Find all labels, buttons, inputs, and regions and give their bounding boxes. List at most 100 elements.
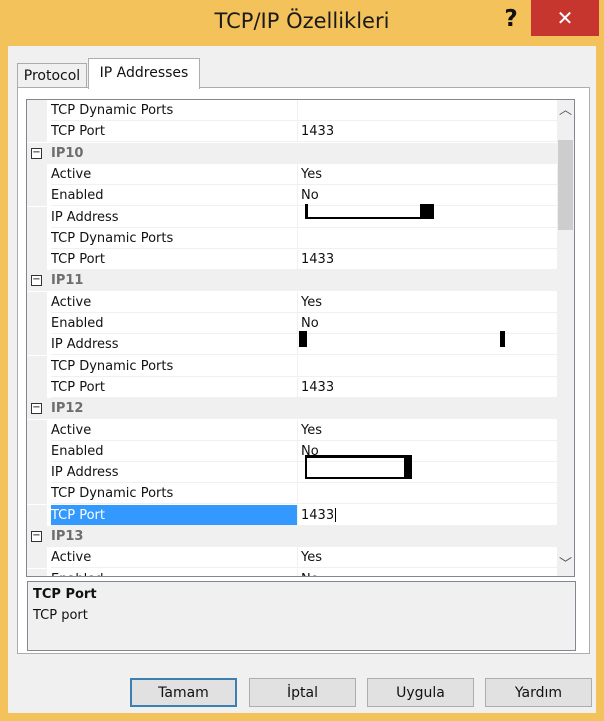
property-row[interactable]: EnabledNo [27,185,558,207]
property-value[interactable]: 1433 [297,504,558,526]
property-name[interactable]: IP Address [51,207,297,228]
property-value[interactable] [297,334,558,356]
help-button[interactable]: ? [496,4,526,34]
dialog-window: TCP/IP Özellikleri ? ✕ Protocol IP Addre… [0,0,604,721]
redaction-mark [299,331,307,347]
property-name[interactable]: Enabled [51,313,297,334]
property-name[interactable]: IP Address [51,334,297,356]
collapse-icon[interactable]: − [31,403,42,415]
collapse-icon[interactable]: − [31,275,42,287]
property-value[interactable]: Yes [297,547,558,569]
scroll-down-icon[interactable]: ﹀ [557,554,574,576]
property-row[interactable]: Active Yes [27,163,558,185]
row-gutter [27,440,47,462]
redaction-mark [305,455,307,479]
property-row[interactable]: TCP Port 1433 [27,121,558,143]
property-row[interactable]: IP Address [27,462,558,484]
property-row[interactable]: IP Address [27,334,558,356]
row-gutter [27,419,47,441]
category-label[interactable]: IP10 [51,143,297,164]
tab-ip-addresses[interactable]: IP Addresses [88,58,200,89]
row-gutter [27,568,47,576]
row-gutter [27,227,47,249]
category-label[interactable]: IP13 [51,526,297,547]
dialog-client: Protocol IP Addresses TCP Dynamic Ports T… [8,46,596,713]
collapse-icon[interactable]: − [31,531,42,542]
property-row[interactable]: TCP Port 1433 [27,504,558,526]
row-gutter [27,249,47,271]
row-gutter [27,185,47,207]
category-row[interactable]: − IP13 [27,526,558,547]
property-row[interactable]: EnabledNo [27,313,558,334]
property-value[interactable]: Yes [297,419,558,441]
category-row[interactable]: − IP11 [27,270,558,292]
property-name[interactable]: Active [51,164,297,185]
property-name[interactable]: TCP Dynamic Ports [51,228,297,249]
text-caret [335,508,337,523]
property-row[interactable]: TCP Dynamic Ports [27,355,558,377]
property-row[interactable]: Active Yes [27,419,558,441]
property-grid[interactable]: TCP Dynamic Ports TCP Port 1433− IP10 Active… [26,99,558,577]
category-row[interactable]: − IP12 [27,398,558,420]
description-panel: TCP Port TCP port [27,581,576,651]
property-name[interactable]: Active [51,292,297,313]
property-row[interactable]: Active Yes [27,291,558,313]
property-name[interactable]: Enabled [51,569,297,576]
property-name[interactable]: TCP Dynamic Ports [51,100,297,121]
help-dialog-button[interactable]: Yardım [485,678,592,707]
scroll-thumb[interactable] [558,140,573,230]
tab-protocol[interactable]: Protocol [17,63,87,88]
scroll-up-icon[interactable]: ︿ [557,100,574,122]
property-value[interactable] [297,355,558,377]
redaction-mark [404,455,412,479]
property-name[interactable]: TCP Port [51,377,297,398]
property-value[interactable]: No [297,440,558,462]
apply-button[interactable]: Uygula [367,678,474,707]
property-name[interactable]: Enabled [51,441,297,462]
row-gutter [27,206,47,228]
property-name[interactable]: TCP Port [51,249,297,271]
property-name[interactable]: IP Address [51,462,297,484]
property-row[interactable]: EnabledNo [27,440,558,462]
category-label[interactable]: IP11 [51,270,297,291]
property-value[interactable] [297,227,558,249]
property-value[interactable] [297,462,558,484]
category-label[interactable]: IP12 [51,398,297,419]
property-name[interactable]: Active [51,547,297,569]
property-value[interactable] [297,483,558,505]
collapse-icon[interactable]: − [31,147,42,159]
property-name[interactable]: TCP Dynamic Ports [51,356,297,377]
row-gutter [27,291,47,313]
row-gutter [27,462,47,484]
category-row[interactable]: − IP10 [27,142,558,164]
property-name[interactable]: Enabled [51,185,297,207]
property-value[interactable]: 1433 [297,249,558,271]
row-gutter [27,504,47,526]
property-name[interactable]: TCP Port [51,504,297,526]
close-button[interactable]: ✕ [531,0,599,36]
property-value[interactable]: No [297,568,558,576]
property-row[interactable]: IP Address [27,206,558,228]
redaction-mark [420,204,434,219]
ok-button[interactable]: Tamam [130,678,237,707]
property-name[interactable]: TCP Dynamic Ports [51,483,297,505]
property-row[interactable]: TCP Dynamic Ports [27,483,558,505]
property-row[interactable]: TCP Port 1433 [27,249,558,271]
vertical-scrollbar[interactable]: ︿ ﹀ [557,99,575,577]
property-row[interactable]: Active Yes [27,547,558,569]
property-value[interactable]: No [297,313,558,334]
property-row[interactable]: TCP Dynamic Ports [27,227,558,249]
property-value[interactable]: Yes [297,163,558,185]
property-name[interactable]: TCP Port [51,121,297,143]
property-value[interactable]: 1433 [297,121,558,143]
property-name[interactable]: Active [51,420,297,441]
row-gutter [27,334,47,356]
property-value[interactable]: Yes [297,291,558,313]
cancel-button[interactable]: İptal [249,678,356,707]
property-row[interactable]: TCP Port 1433 [27,376,558,398]
property-row[interactable]: EnabledNo [27,568,558,576]
row-gutter [27,100,47,121]
property-row[interactable]: TCP Dynamic Ports [27,100,558,121]
property-value[interactable]: 1433 [297,376,558,398]
property-value[interactable] [297,100,558,121]
